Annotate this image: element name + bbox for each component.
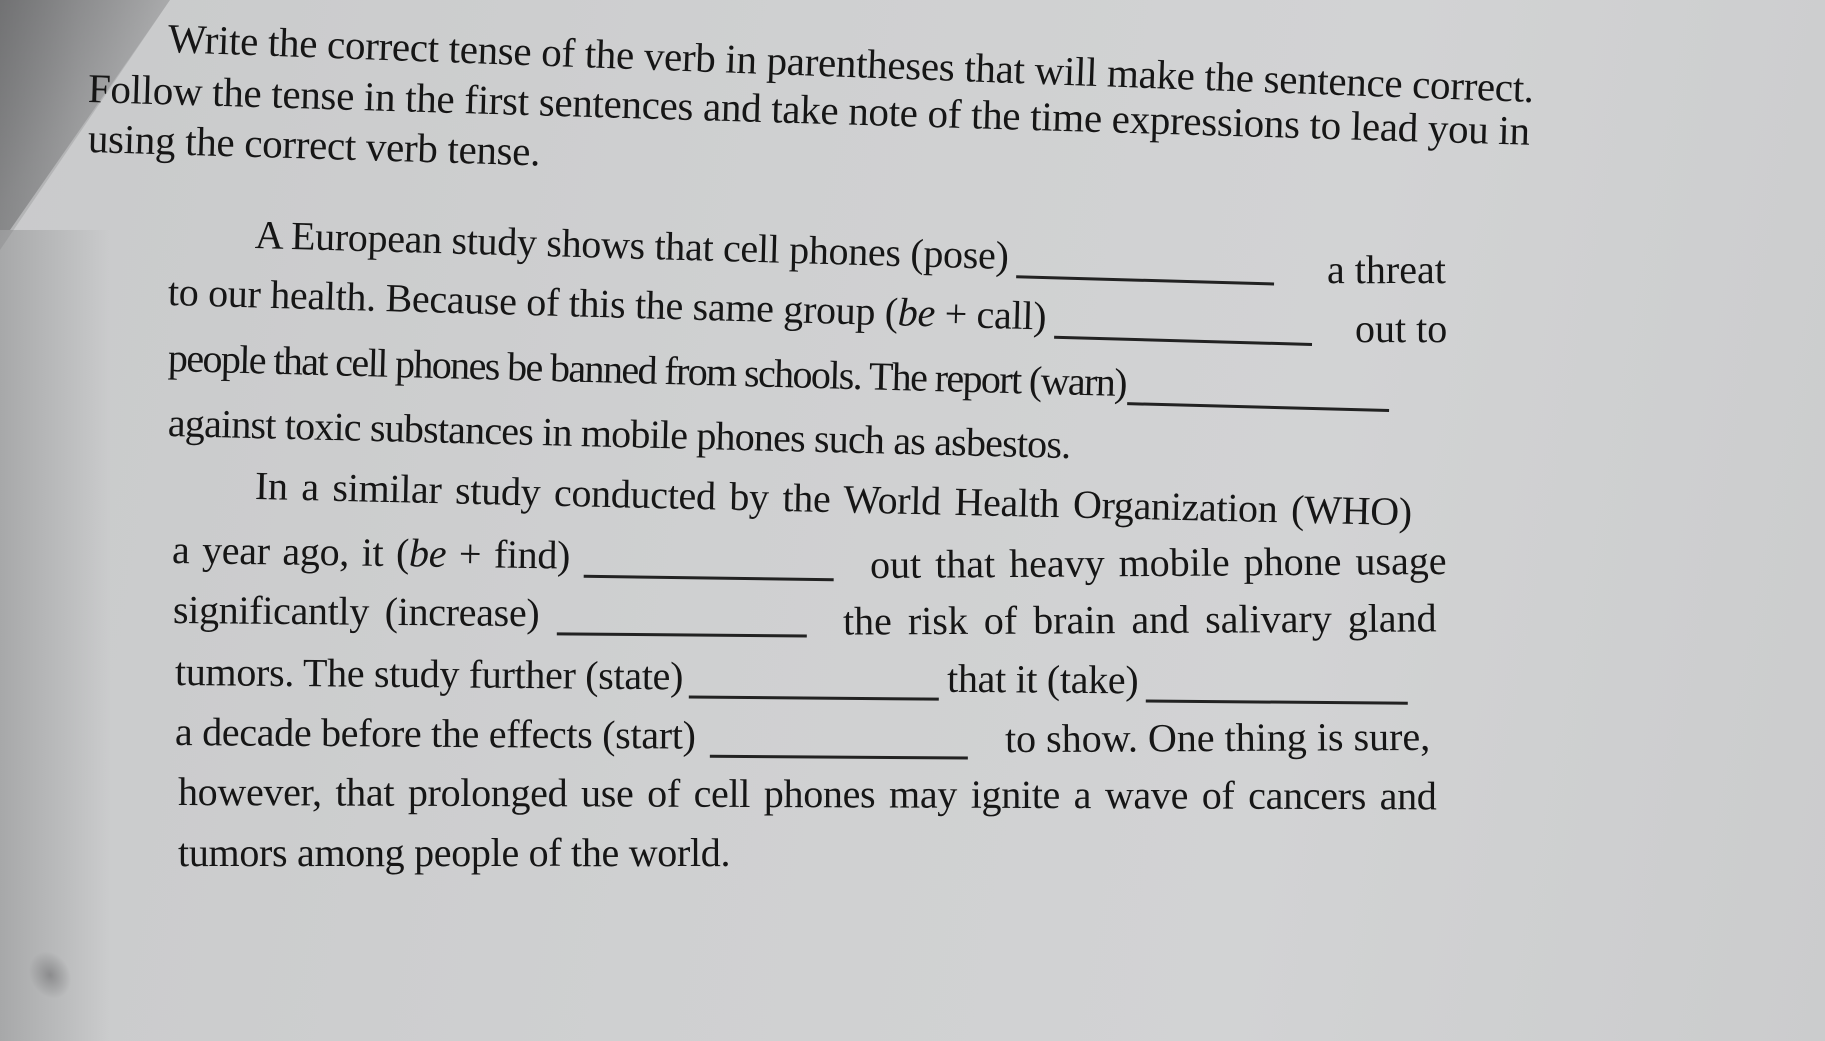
p2-l2-text: a year ago, it ( <box>171 527 410 576</box>
instructions-text-3: using the correct verb tense. <box>87 115 541 175</box>
page-edge-lower <box>0 230 110 1041</box>
paragraph2-line-7: tumors among people of the world. <box>178 830 731 875</box>
paragraph2-line-5: a decade before the effects (start) <box>174 709 976 760</box>
paragraph1-line-3: people that cell phones be banned from s… <box>167 335 1398 412</box>
p2-l1-text: In a similar study conducted by the Worl… <box>254 463 1413 535</box>
blank-take-input[interactable] <box>1146 669 1409 705</box>
p2-l6-text: however, that prolonged use of cell phon… <box>177 769 1437 819</box>
blank-start-input[interactable] <box>709 724 968 760</box>
blank-warn-input[interactable] <box>1127 372 1391 412</box>
paragraph2-line-6: however, that prolonged use of cell phon… <box>177 769 1437 819</box>
paragraph1-line-2: to our health. Because of this the same … <box>167 269 1320 346</box>
paragraph2-line-1: In a similar study conducted by the Worl… <box>254 463 1413 535</box>
p2-l5-after: to show. One thing is sure, <box>1004 713 1431 762</box>
paragraph2-line-4: tumors. The study further (state) that it… <box>174 649 1417 705</box>
p1-l3-text: people that cell phones be banned from s… <box>167 335 1127 406</box>
p1-l2-italic: be <box>897 289 936 336</box>
blank-be-call-input[interactable] <box>1053 305 1313 346</box>
paragraph1-line-4: against toxic substances in mobile phone… <box>167 400 1071 468</box>
p2-l3-text: significantly (increase) <box>172 587 540 636</box>
blank-increase-input[interactable] <box>557 602 808 638</box>
p1-l2-mid: + call) <box>934 290 1047 339</box>
p1-l4-text: against toxic substances in mobile phone… <box>167 400 1071 468</box>
blank-pose-input[interactable] <box>1015 245 1275 286</box>
p2-l2-after: out that heavy mobile phone usage <box>869 537 1447 588</box>
p2-l7-text: tumors among people of the world. <box>178 830 731 875</box>
p2-l4-mid: that it (take) <box>946 655 1139 703</box>
instructions-line-3: using the correct verb tense. <box>87 115 541 175</box>
p2-l5-text: a decade before the effects (start) <box>174 709 696 758</box>
p1-l2-text: to our health. Because of this the same … <box>167 269 899 335</box>
paragraph2-line-2: a year ago, it (be + find) <box>171 527 843 582</box>
blank-be-find-input[interactable] <box>583 544 835 582</box>
p2-l4-text: tumors. The study further (state) <box>174 649 684 699</box>
p2-l3-after: the risk of brain and salivary gland <box>842 595 1437 644</box>
p2-l2-mid: + find) <box>445 530 571 578</box>
p2-l2-italic: be <box>408 530 447 576</box>
paragraph2-line-3: significantly (increase) <box>172 587 816 638</box>
blank-state-input[interactable] <box>688 665 940 701</box>
p1-l1-text: A European study shows that cell phones … <box>254 212 1010 279</box>
p1-l1-after: a threat <box>1327 247 1446 292</box>
p1-l2-after: out to <box>1355 306 1448 351</box>
